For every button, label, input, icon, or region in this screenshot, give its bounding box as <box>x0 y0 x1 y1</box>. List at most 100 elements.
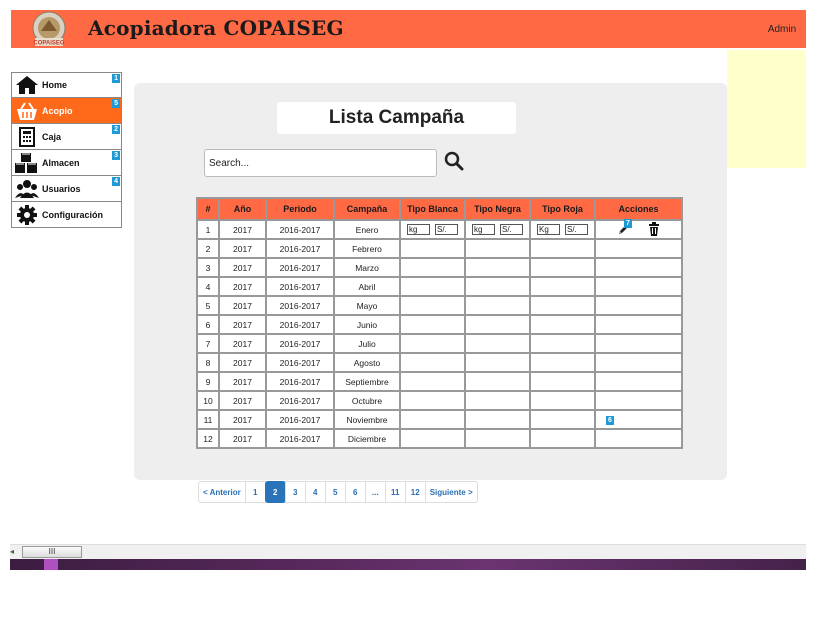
cell-tipo-roja <box>529 238 596 259</box>
negra-soles-input[interactable]: S/. <box>500 224 523 236</box>
cell-acciones: 6 <box>594 409 683 430</box>
cell-tipo-blanca <box>399 333 466 354</box>
search-input[interactable] <box>204 149 437 177</box>
pagination-page-12[interactable]: 12 <box>404 481 426 503</box>
sidebar-item-home[interactable]: Home 1 <box>11 72 122 98</box>
pagination-page-4[interactable]: 4 <box>304 481 326 503</box>
cell-campania: Julio <box>333 333 401 354</box>
cell-campania: Octubre <box>333 390 401 411</box>
svg-text:COPAISEG: COPAISEG <box>33 41 65 47</box>
sidebar-item-label: Usuarios <box>42 183 81 194</box>
cell-campania: Junio <box>333 314 401 335</box>
search-button[interactable] <box>443 151 465 175</box>
cell-tipo-negra: kg S/. <box>464 219 531 240</box>
scroll-left-arrow-icon[interactable]: ◂ <box>10 547 14 556</box>
cell-tipo-negra <box>464 276 531 297</box>
table-row: 6 2017 2016-2017 Junio <box>196 314 683 335</box>
sidebar: Home 1 Acopio 5 Caja 2 Almacen 3 Usuario… <box>11 72 122 228</box>
table-row: 4 2017 2016-2017 Abril <box>196 276 683 297</box>
side-notice-panel <box>727 50 806 168</box>
column-header-tipo-blanca: Tipo Blanca <box>399 197 466 221</box>
pagination-page-3[interactable]: 3 <box>284 481 306 503</box>
table-header-row: # Año Periodo Campaña Tipo Blanca Tipo N… <box>196 197 683 221</box>
roja-soles-input[interactable]: S/. <box>565 224 588 236</box>
cell-tipo-negra <box>464 257 531 278</box>
table-row: 9 2017 2016-2017 Septiembre <box>196 371 683 392</box>
cell-periodo: 2016-2017 <box>265 352 335 373</box>
cell-acciones <box>594 428 683 449</box>
page-title: Lista Campaña <box>277 102 516 134</box>
column-header-number: # <box>196 197 220 221</box>
cell-number: 6 <box>196 314 220 335</box>
pagination-page-2[interactable]: 2 <box>264 481 286 503</box>
basket-icon <box>12 101 42 121</box>
sidebar-item-caja[interactable]: Caja 2 <box>11 124 122 150</box>
sidebar-item-almacen[interactable]: Almacen 3 <box>11 150 122 176</box>
cell-acciones <box>594 257 683 278</box>
column-header-acciones: Acciones <box>594 197 683 221</box>
cell-tipo-blanca: kg S/. <box>399 219 466 240</box>
table-row: 1 2017 2016-2017 Enero kg S/. kg S/. Kg S/.… <box>196 219 683 240</box>
cell-acciones <box>594 390 683 411</box>
cell-tipo-roja <box>529 257 596 278</box>
pagination-page-1[interactable]: 1 <box>244 481 266 503</box>
sidebar-item-acopio[interactable]: Acopio 5 <box>11 98 122 124</box>
column-header-anio: Año <box>218 197 267 221</box>
cell-tipo-blanca <box>399 390 466 411</box>
pagination-ellipsis: ... <box>364 481 386 503</box>
cell-tipo-roja <box>529 371 596 392</box>
cell-tipo-blanca <box>399 276 466 297</box>
taskbar-strip <box>10 559 806 570</box>
admin-user-menu[interactable]: Admin <box>758 10 806 48</box>
trash-icon[interactable] <box>648 221 660 238</box>
shortcut-badge: 4 <box>112 177 120 186</box>
cell-tipo-roja <box>529 295 596 316</box>
cell-campania: Abril <box>333 276 401 297</box>
cell-acciones <box>594 295 683 316</box>
cell-campania: Mayo <box>333 295 401 316</box>
cell-anio: 2017 <box>218 257 267 278</box>
cell-periodo: 2016-2017 <box>265 371 335 392</box>
sidebar-item-label: Acopio <box>42 105 73 116</box>
cell-tipo-blanca <box>399 352 466 373</box>
copaiseg-logo: COPAISEG <box>27 11 71 47</box>
shortcut-badge: 6 <box>606 416 614 425</box>
column-header-campania: Campaña <box>333 197 401 221</box>
blanca-kg-input[interactable]: kg <box>407 224 430 236</box>
pagination-page-6[interactable]: 6 <box>344 481 366 503</box>
horizontal-scrollbar[interactable]: ◂ III <box>10 544 806 559</box>
pagination-next[interactable]: Siguiente > <box>424 481 478 503</box>
pagination-page-5[interactable]: 5 <box>324 481 346 503</box>
cell-tipo-roja: Kg S/. <box>529 219 596 240</box>
cell-periodo: 2016-2017 <box>265 333 335 354</box>
sidebar-item-usuarios[interactable]: Usuarios 4 <box>11 176 122 202</box>
taskbar-app-icon[interactable] <box>44 559 58 570</box>
scrollbar-thumb[interactable]: III <box>22 546 82 558</box>
sidebar-item-label: Configuración <box>42 209 103 220</box>
cell-tipo-roja <box>529 428 596 449</box>
cell-periodo: 2016-2017 <box>265 314 335 335</box>
cell-periodo: 2016-2017 <box>265 238 335 259</box>
cell-tipo-roja <box>529 276 596 297</box>
blanca-soles-input[interactable]: S/. <box>435 224 458 236</box>
shortcut-badge: 1 <box>112 74 120 83</box>
shortcut-badge: 7 <box>624 219 632 228</box>
cell-tipo-negra <box>464 371 531 392</box>
pagination-prev[interactable]: < Anterior <box>198 481 246 503</box>
shortcut-badge: 3 <box>112 151 120 160</box>
search-icon <box>444 151 464 176</box>
cell-periodo: 2016-2017 <box>265 276 335 297</box>
cell-number: 12 <box>196 428 220 449</box>
cell-anio: 2017 <box>218 219 267 240</box>
cell-periodo: 2016-2017 <box>265 219 335 240</box>
cell-anio: 2017 <box>218 276 267 297</box>
cell-tipo-negra <box>464 390 531 411</box>
sidebar-item-configuracion[interactable]: Configuración <box>11 202 122 228</box>
negra-kg-input[interactable]: kg <box>472 224 495 236</box>
roja-kg-input[interactable]: Kg <box>537 224 560 236</box>
cell-campania: Noviembre <box>333 409 401 430</box>
users-icon <box>12 179 42 199</box>
cell-number: 10 <box>196 390 220 411</box>
pagination: < Anterior 1 2 3 4 5 6 ... 11 12 Siguien… <box>198 481 478 503</box>
pagination-page-11[interactable]: 11 <box>384 481 406 503</box>
